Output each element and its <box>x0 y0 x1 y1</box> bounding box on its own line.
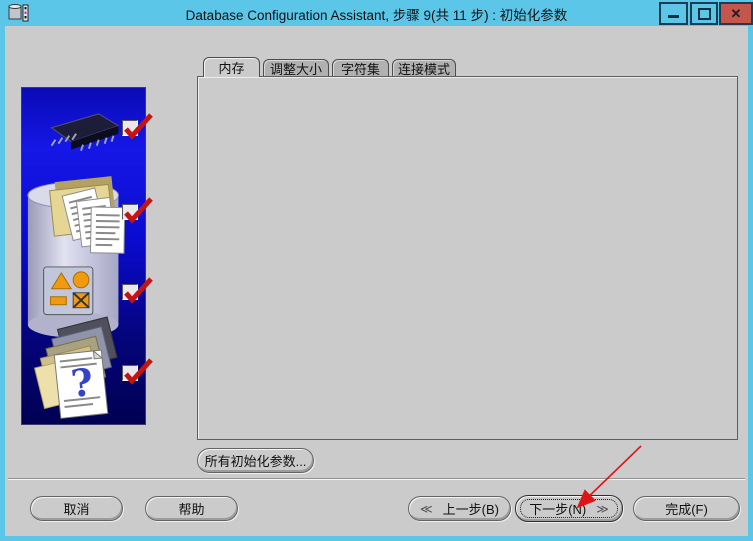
help-button[interactable]: 帮助 <box>145 496 238 521</box>
step-check-icon <box>120 196 156 226</box>
close-icon: ✕ <box>731 6 742 22</box>
finish-button[interactable]: 完成(F) <box>633 496 740 521</box>
tab-connection-mode[interactable]: 连接模式 <box>392 59 456 77</box>
next-button-label: 下一步(N) <box>529 499 586 518</box>
next-chevron-icon: ≫ <box>596 502 609 516</box>
window-title: Database Configuration Assistant, 步骤 9(共… <box>0 4 753 24</box>
tab-sizing[interactable]: 调整大小 <box>263 59 329 77</box>
maximize-button[interactable] <box>690 2 718 25</box>
memory-tab-panel <box>197 76 738 440</box>
tab-character-sets[interactable]: 字符集 <box>332 59 389 77</box>
svg-text:?: ? <box>69 360 95 406</box>
tab-memory[interactable]: 内存 <box>203 57 260 77</box>
cancel-button[interactable]: 取消 <box>30 496 123 521</box>
minimize-icon <box>668 15 679 18</box>
shapes-art <box>44 267 93 315</box>
close-button[interactable]: ✕ <box>719 2 753 25</box>
step-check-icon <box>120 112 156 142</box>
title-bar: Database Configuration Assistant, 步骤 9(共… <box>0 0 753 26</box>
back-chevron-icon: ≪ <box>420 502 433 516</box>
all-init-params-button[interactable]: 所有初始化参数... <box>197 448 314 473</box>
dbca-window: Database Configuration Assistant, 步骤 9(共… <box>0 0 753 541</box>
back-button[interactable]: ≪ 上一步(B) <box>408 496 511 521</box>
footer-separator <box>8 478 745 480</box>
step-check-icon <box>120 357 156 387</box>
step-check-icon <box>120 276 156 306</box>
next-button[interactable]: 下一步(N) ≫ <box>515 495 623 522</box>
back-button-label: 上一步(B) <box>443 499 499 518</box>
minimize-button[interactable] <box>659 2 688 25</box>
maximize-icon <box>698 8 711 20</box>
